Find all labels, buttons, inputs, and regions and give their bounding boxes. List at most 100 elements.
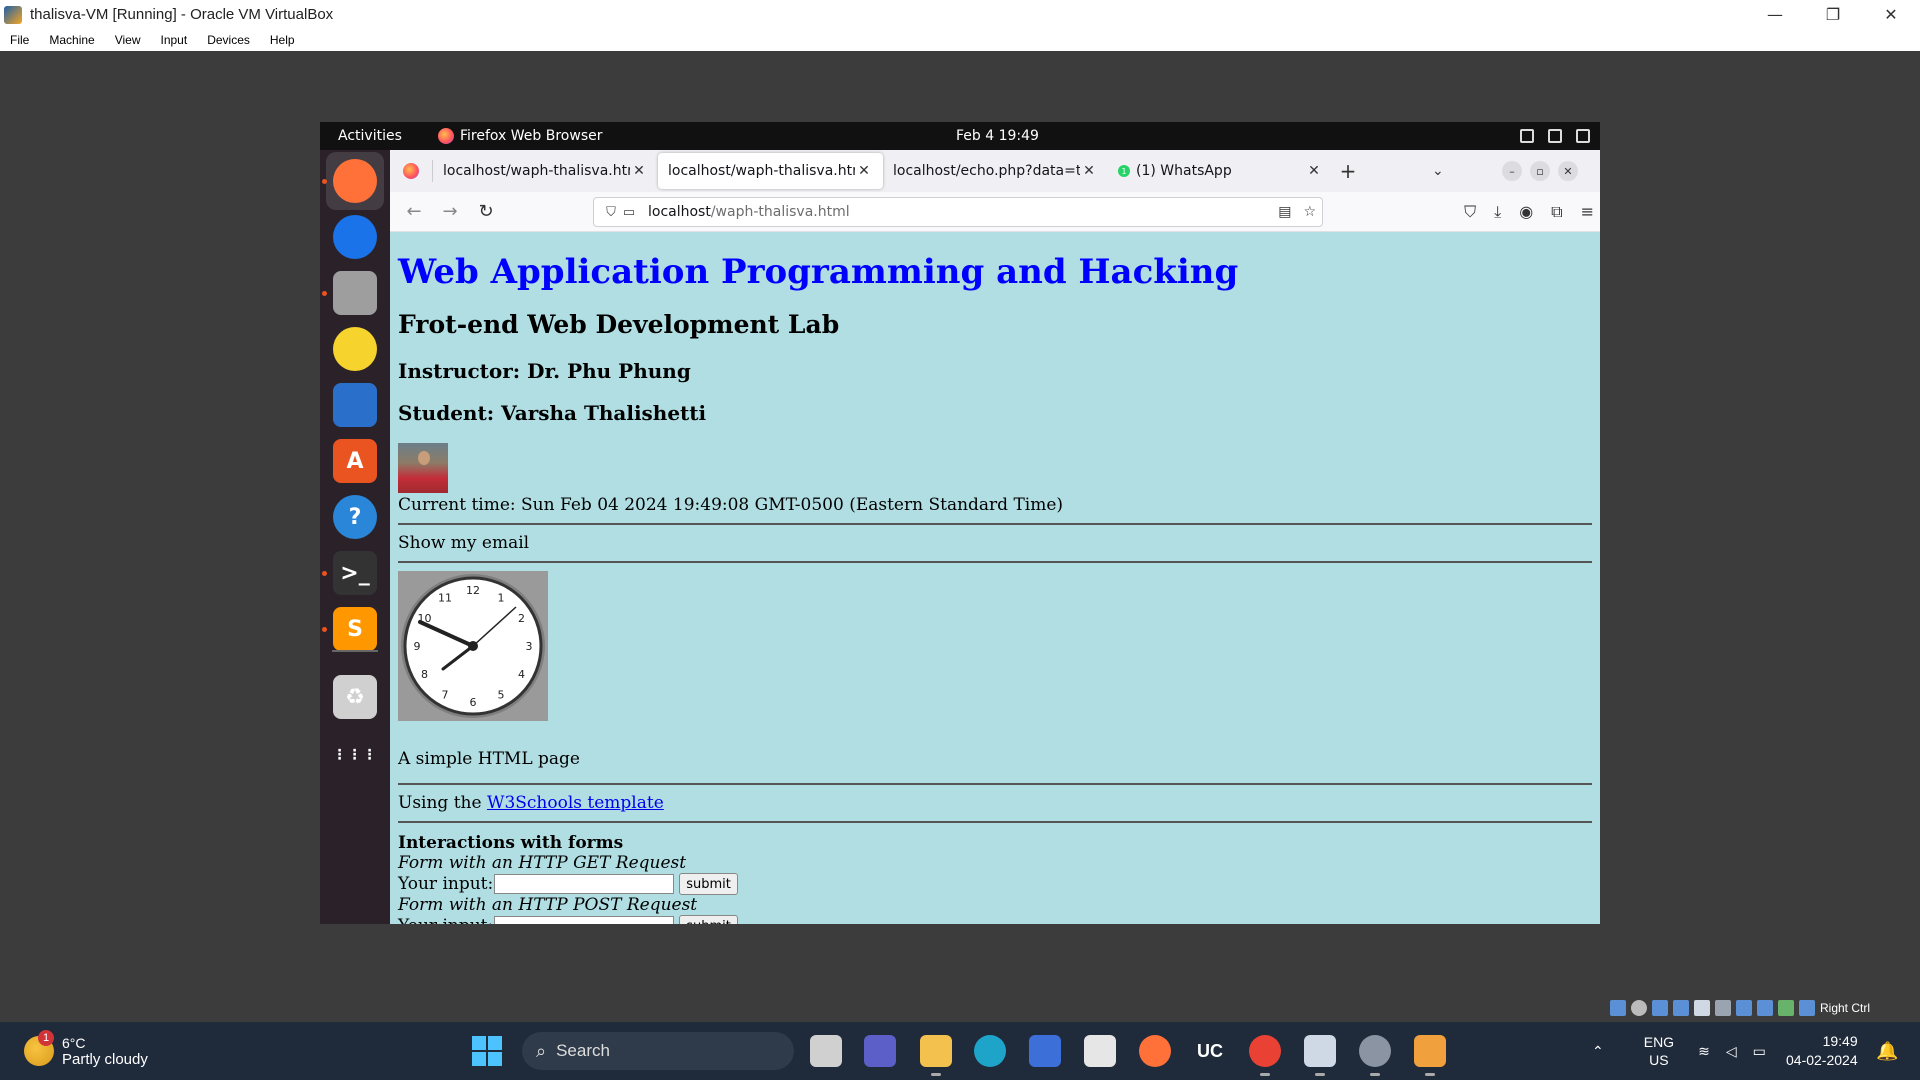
dock-libreoffice-writer[interactable] [326, 376, 384, 434]
microsoft-store-icon[interactable] [1084, 1035, 1116, 1067]
notification-bell-icon[interactable]: 🔔 [1876, 1041, 1898, 1062]
new-tab-button[interactable]: + [1333, 159, 1363, 183]
tracking-protection-icon[interactable]: ⛉ [602, 205, 620, 220]
ff-close-button[interactable]: ✕ [1558, 161, 1578, 181]
pocket-icon[interactable]: ⛉ [1464, 202, 1476, 222]
optical-drive-icon[interactable] [1631, 1000, 1647, 1016]
tab-close-icon[interactable]: ✕ [1305, 163, 1323, 179]
downloads-icon[interactable]: ⤓ [1494, 202, 1501, 222]
activities-button[interactable]: Activities [338, 128, 402, 144]
teams-icon[interactable] [864, 1035, 896, 1067]
post-input-field[interactable] [494, 916, 675, 924]
cpu-icon[interactable] [1757, 1000, 1773, 1016]
hard-disk-icon[interactable] [1610, 1000, 1626, 1016]
running-dot [322, 291, 327, 296]
focused-app-label: Firefox Web Browser [460, 128, 603, 144]
post-form-label: Form with an HTTP POST Request [398, 895, 698, 915]
firefox-icon [403, 163, 419, 179]
chrome-icon[interactable] [1249, 1035, 1281, 1076]
menu-help[interactable]: Help [260, 33, 305, 47]
menu-file[interactable]: File [0, 33, 39, 47]
gnome-clock[interactable]: Feb 4 19:49 [956, 128, 1039, 144]
account-icon[interactable]: ◉ [1519, 202, 1533, 222]
minimize-button[interactable]: — [1746, 0, 1804, 29]
keyboard-capture-icon[interactable] [1799, 1000, 1815, 1016]
weather-widget[interactable]: 1 6°C Partly cloudy [24, 1030, 148, 1068]
page-info-icon[interactable]: ▭ [620, 205, 638, 220]
wifi-icon[interactable]: ≋ [1698, 1043, 1710, 1060]
forward-button[interactable]: → [432, 201, 468, 222]
back-button[interactable]: ← [396, 201, 432, 222]
tab-close-icon[interactable]: ✕ [1080, 163, 1098, 179]
copilot-icon[interactable] [1029, 1035, 1061, 1067]
shared-folders-icon[interactable] [1694, 1000, 1710, 1016]
volume-muted-icon [1548, 129, 1562, 143]
virtualbox-vm-icon[interactable] [1414, 1035, 1446, 1076]
clock-numeral: 2 [518, 612, 525, 625]
tab-waph-2-selected[interactable]: localhost/waph-thalisva.htm ✕ [658, 153, 883, 189]
menu-devices[interactable]: Devices [197, 33, 260, 47]
system-menu[interactable] [1520, 129, 1590, 143]
language-indicator[interactable]: ENG US [1644, 1033, 1674, 1069]
edge-icon[interactable] [974, 1035, 1006, 1067]
simple-page-text: A simple HTML page [398, 749, 580, 769]
dock-rhythmbox[interactable] [326, 320, 384, 378]
virtualbox-taskbar-icon[interactable] [1304, 1035, 1336, 1076]
menu-machine[interactable]: Machine [39, 33, 104, 47]
menu-hamburger-icon[interactable]: ≡ [1581, 202, 1594, 222]
running-indicator [1260, 1073, 1270, 1076]
menu-input[interactable]: Input [151, 33, 198, 47]
reload-button[interactable]: ↻ [468, 201, 504, 222]
speaker-icon[interactable]: ◁ [1726, 1043, 1737, 1060]
tab-waph-1[interactable]: localhost/waph-thalisva.htm ✕ [433, 153, 658, 189]
usb-icon[interactable] [1673, 1000, 1689, 1016]
files-icon [333, 271, 377, 315]
dock-help[interactable]: ? [326, 488, 384, 546]
battery-taskbar-icon[interactable]: ▭ [1753, 1043, 1766, 1060]
dock-files[interactable] [322, 264, 384, 322]
display-icon[interactable] [1715, 1000, 1731, 1016]
firefox-taskbar-icon[interactable] [1139, 1035, 1171, 1067]
uc-icon[interactable]: UC [1194, 1035, 1226, 1067]
post-submit-button[interactable]: submit [679, 915, 738, 924]
file-explorer-icon[interactable] [920, 1035, 952, 1076]
tab-echo[interactable]: localhost/echo.php?data=te ✕ [883, 153, 1108, 189]
firefox-icon [333, 159, 377, 203]
show-hidden-icons-icon[interactable]: ⌃ [1592, 1043, 1604, 1060]
task-view-icon[interactable] [810, 1035, 842, 1067]
taskbar-search[interactable]: ⌕ Search [522, 1032, 794, 1070]
settings-icon[interactable] [1359, 1035, 1391, 1076]
taskbar-clock[interactable]: 19:49 04-02-2024 [1786, 1032, 1858, 1070]
focused-app-menu[interactable]: Firefox Web Browser [438, 128, 603, 144]
window-title: thalisva-VM [Running] - Oracle VM Virtua… [30, 6, 334, 23]
menu-view[interactable]: View [105, 33, 151, 47]
recording-icon[interactable] [1736, 1000, 1752, 1016]
clock-numeral: 12 [466, 584, 480, 597]
reader-view-icon[interactable]: ▤ [1278, 204, 1291, 220]
start-button[interactable] [472, 1036, 502, 1066]
list-all-tabs-icon[interactable]: ⌄ [1432, 163, 1444, 179]
extensions-icon[interactable]: ⧉ [1551, 202, 1562, 222]
ff-maximize-button[interactable]: ▫ [1530, 161, 1550, 181]
tab-close-icon[interactable]: ✕ [630, 163, 648, 179]
dock-thunderbird[interactable] [326, 208, 384, 266]
firefox-view-button[interactable] [390, 150, 432, 192]
dock-firefox[interactable] [322, 152, 384, 210]
restore-button[interactable]: ❐ [1804, 0, 1862, 29]
dock-app-center[interactable]: A [326, 432, 384, 490]
get-input-field[interactable] [494, 874, 675, 894]
mouse-integration-icon[interactable] [1778, 1000, 1794, 1016]
show-email-text[interactable]: Show my email [398, 533, 1592, 553]
tab-close-icon[interactable]: ✕ [855, 163, 873, 179]
bookmark-star-icon[interactable]: ☆ [1303, 204, 1316, 220]
dock-terminal[interactable]: >_ [322, 544, 384, 602]
dock-trash[interactable]: ♻ [326, 668, 384, 726]
url-bar[interactable]: ⛉ ▭ localhost/waph-thalisva.html ▤ ☆ [593, 197, 1323, 227]
close-button[interactable]: ✕ [1862, 0, 1920, 29]
get-submit-button[interactable]: submit [679, 873, 738, 895]
ff-minimize-button[interactable]: – [1502, 161, 1522, 181]
dock-show-apps[interactable]: ⋮⋮⋮ [326, 726, 384, 784]
w3schools-template-link[interactable]: W3Schools template [487, 793, 664, 813]
tab-whatsapp[interactable]: 1 (1) WhatsApp ✕ [1108, 153, 1333, 189]
network-adapter-icon[interactable] [1652, 1000, 1668, 1016]
